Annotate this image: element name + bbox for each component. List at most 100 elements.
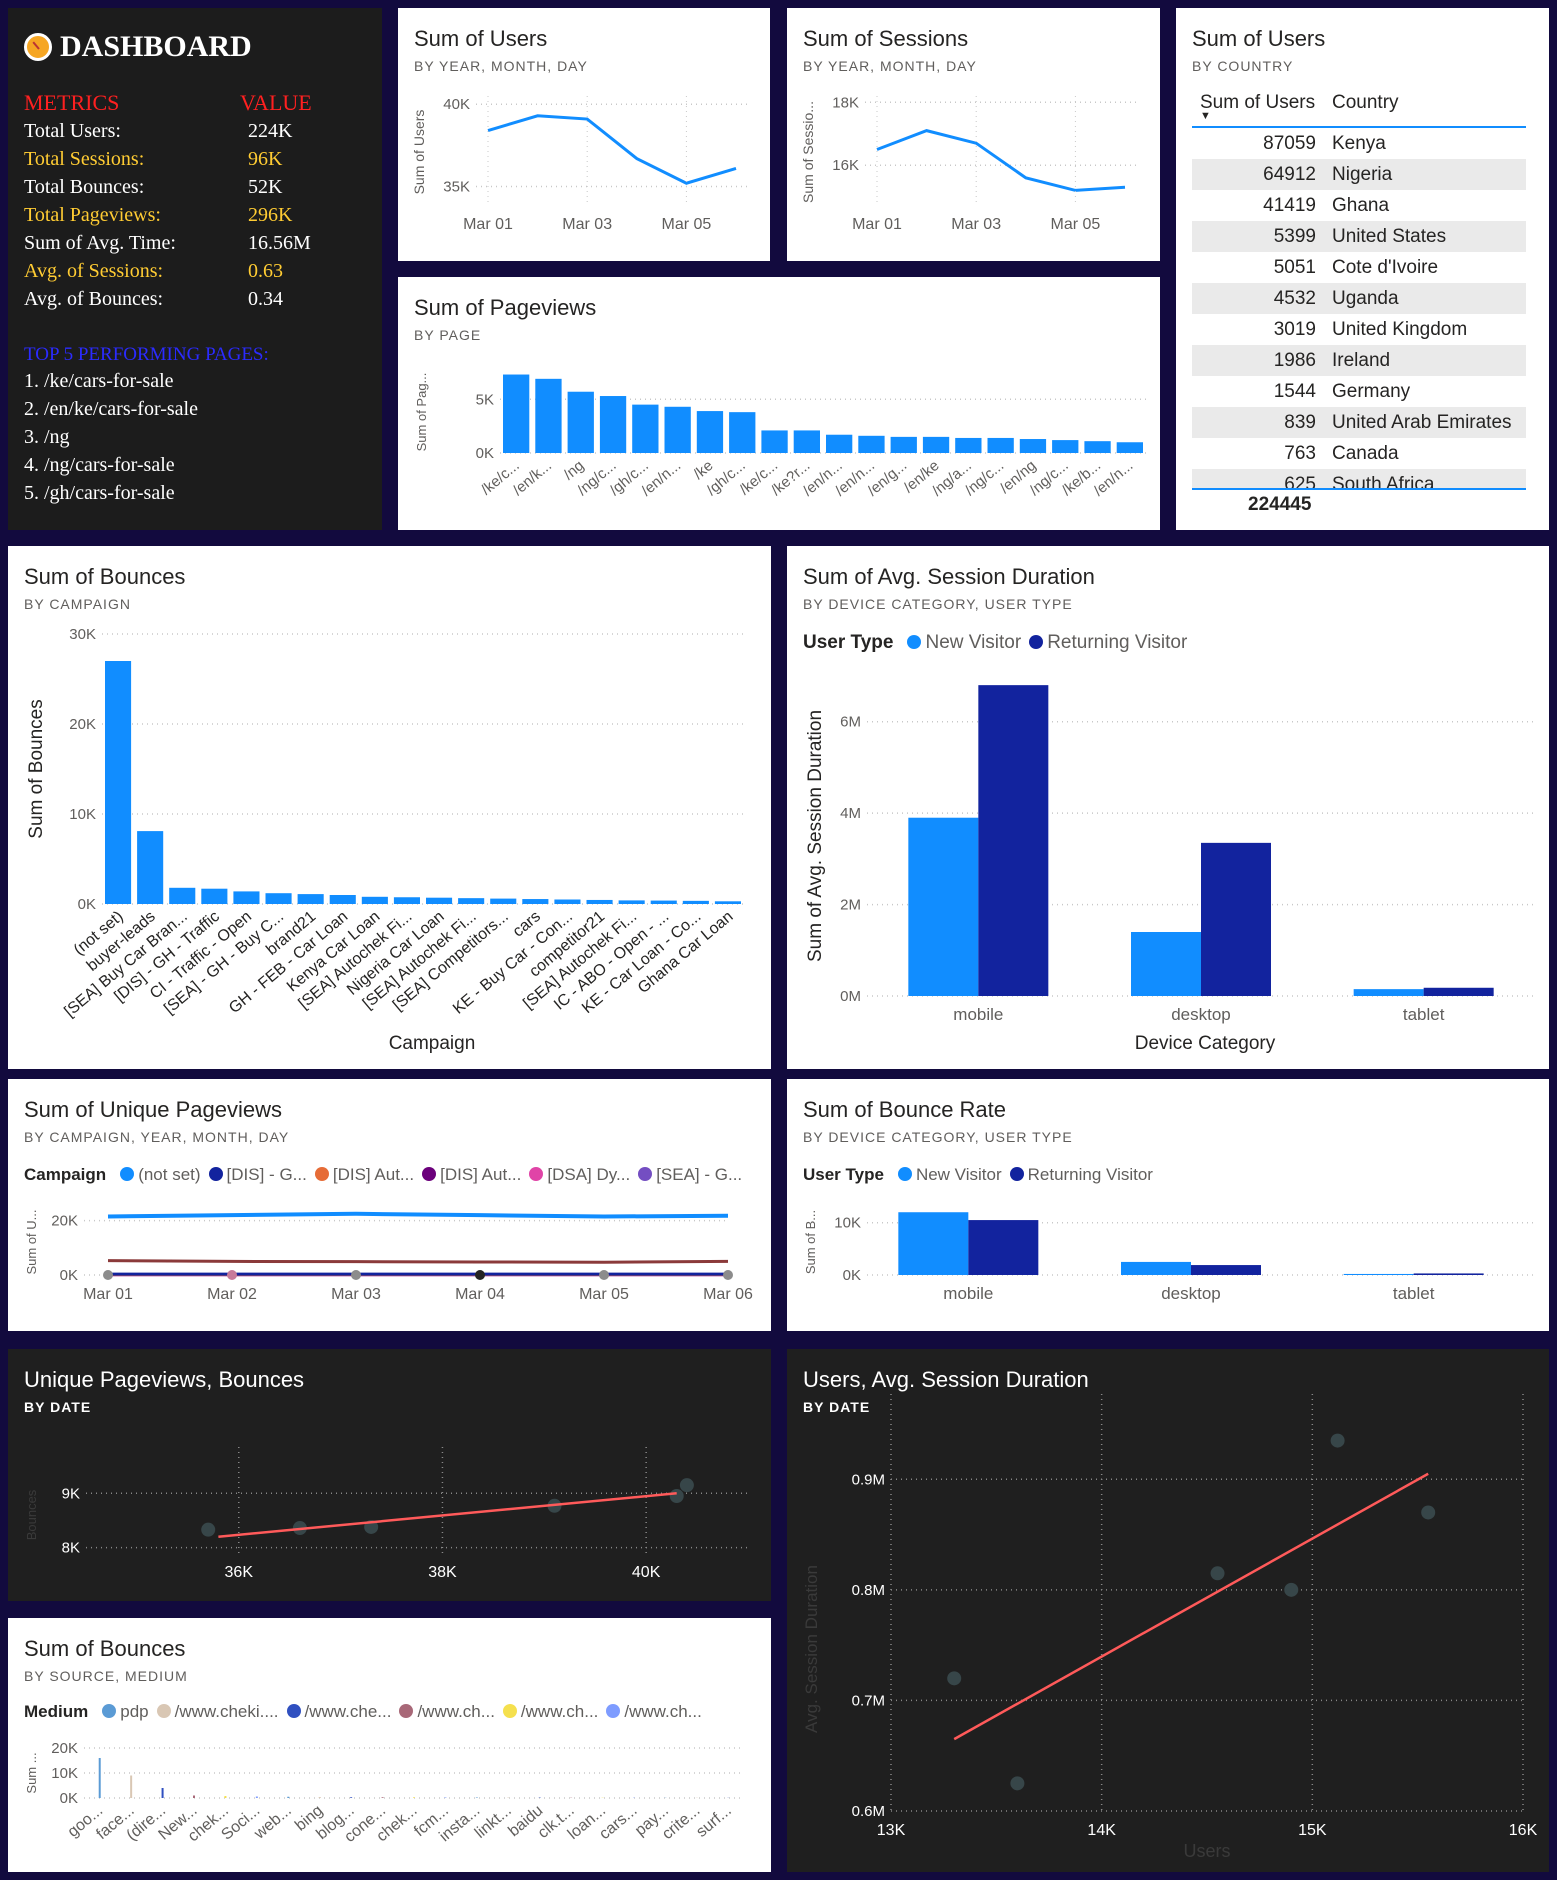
table-row[interactable]: 1986 Ireland <box>1192 345 1526 376</box>
bar <box>1052 440 1079 453</box>
bar <box>1413 1273 1484 1275</box>
data-point <box>1421 1505 1436 1520</box>
table-row[interactable]: 5399 United States <box>1192 221 1526 252</box>
avg-session-duration-chart[interactable]: Sum of Avg. Session Duration BY DEVICE C… <box>787 546 1549 1069</box>
y-tick-label: 0K <box>843 1267 861 1284</box>
bar <box>1201 842 1271 996</box>
data-point <box>679 1478 694 1493</box>
y-axis-title: Avg. Session Duration <box>802 1565 821 1733</box>
bar <box>98 1758 101 1798</box>
users-by-country-table[interactable]: Sum of Users BY COUNTRY Sum of Users Cou… <box>1176 8 1549 530</box>
bar <box>490 898 517 904</box>
y-tick-label: 20K <box>69 716 96 733</box>
x-tick-label: Mar 06 <box>703 1286 753 1303</box>
top-page-item: 2. /en/ke/cars-for-sale <box>24 398 198 420</box>
table-row[interactable]: 64912 Nigeria <box>1192 159 1526 190</box>
bar <box>1423 987 1494 996</box>
bar <box>1353 989 1424 996</box>
series-line <box>107 1259 729 1264</box>
table-row[interactable]: 763 Canada <box>1192 438 1526 469</box>
chart-svg: 0K10K20K30K(not set)buyer-leads[SEA] Buy… <box>26 626 744 1054</box>
x-tick-label: tablet <box>1403 1005 1445 1024</box>
x-tick-label: tablet <box>1393 1284 1435 1303</box>
table-body[interactable]: 87059 Kenya 64912 Nigeria 41419 Ghana 5399 U… <box>1192 128 1526 490</box>
upv-bounces-scatter[interactable]: Unique Pageviews, Bounces BY DATE 8K 9K 36… <box>8 1349 771 1601</box>
bar <box>922 436 950 453</box>
metric-row: Avg. of Sessions: 0.63 <box>24 260 283 282</box>
y-tick-label: 6M <box>840 714 861 731</box>
metrics-panel: DASHBOARD METRICS VALUE Total Users: 224K… <box>8 8 382 530</box>
bar <box>599 396 627 453</box>
bar <box>193 1795 195 1798</box>
x-axis-title: Device Category <box>1135 1033 1276 1054</box>
pageviews-by-page-chart[interactable]: Sum of Pageviews BY PAGE 0K 5K/ke/c.../en… <box>398 277 1160 530</box>
bar <box>1116 442 1143 453</box>
table-total: 224445 <box>1248 494 1312 515</box>
bar <box>664 406 691 453</box>
table-row[interactable]: 87059 Kenya <box>1192 128 1526 159</box>
data-point <box>227 1270 237 1280</box>
y-tick-label: 16K <box>832 157 859 174</box>
bar <box>413 1797 415 1798</box>
x-tick-label: Mar 05 <box>662 216 712 233</box>
bar <box>233 891 260 904</box>
users-duration-scatter[interactable]: Users, Avg. Session Duration BY DATE 0.6… <box>787 1349 1549 1872</box>
bar <box>318 1797 321 1798</box>
table-row[interactable]: 5051 Cote d'Ivoire <box>1192 252 1526 283</box>
unique-pageviews-chart[interactable]: Sum of Unique Pageviews BY CAMPAIGN, YEA… <box>8 1079 771 1331</box>
column-header-country[interactable]: Country <box>1332 92 1399 114</box>
series-line <box>876 129 1126 192</box>
bar <box>567 391 594 453</box>
y-tick-label: 20K <box>51 1740 78 1757</box>
bar <box>898 1212 969 1275</box>
bar <box>381 1797 384 1798</box>
bar <box>793 430 820 453</box>
table-row[interactable]: 41419 Ghana <box>1192 190 1526 221</box>
top-page-item: 3. /ng <box>24 426 70 448</box>
bar <box>1019 439 1047 453</box>
y-tick-label: 20K <box>51 1213 78 1230</box>
table-row[interactable]: 839 United Arab Emirates <box>1192 407 1526 438</box>
bar <box>255 1796 258 1798</box>
x-tick-label: desktop <box>1171 1005 1231 1024</box>
bar <box>586 899 613 904</box>
sessions-by-day-chart[interactable]: Sum of Sessions BY YEAR, MONTH, DAY 16K 1… <box>787 8 1160 261</box>
table-row[interactable]: 3019 United Kingdom <box>1192 314 1526 345</box>
x-tick-label: 38K <box>428 1564 457 1581</box>
x-tick-label: Mar 03 <box>331 1286 381 1303</box>
data-point <box>723 1270 733 1280</box>
y-axis-title: Sum of Avg. Session Duration <box>805 710 826 962</box>
x-tick-label: 14K <box>1087 1822 1116 1839</box>
bar <box>137 831 164 904</box>
top-page-item: 5. /gh/cars-for-sale <box>24 482 175 504</box>
y-axis-title: Bounces <box>24 1489 39 1540</box>
bar <box>522 899 549 904</box>
bar <box>265 893 292 904</box>
chart-svg: 0K10K20Kgoo...face...(dire...New...chek.… <box>24 1740 744 1846</box>
top-page-item: 1. /ke/cars-for-sale <box>24 370 174 392</box>
bar <box>393 897 420 904</box>
bar <box>105 661 132 904</box>
metric-row: Avg. of Bounces: 0.34 <box>24 288 283 310</box>
chart-svg: 0K5K/ke/c.../en/k.../ng/ng/c.../gh/c.../… <box>414 373 1146 500</box>
data-point <box>351 1270 361 1280</box>
bounces-by-source-chart[interactable]: Sum of Bounces BY SOURCE, MEDIUM Medium p… <box>8 1618 771 1872</box>
series-line <box>107 1211 729 1219</box>
data-point <box>599 1270 609 1280</box>
column-header-users[interactable]: Sum of Users <box>1200 92 1315 114</box>
chart-svg: 0K 10K mobile desktop tablet Sum of B... <box>803 1210 1535 1303</box>
y-tick-label: 40K <box>443 96 470 113</box>
x-tick-label: Mar 05 <box>579 1286 629 1303</box>
y-tick-label: 5K <box>476 391 494 408</box>
data-point <box>201 1522 216 1537</box>
sort-down-icon[interactable]: ▼ <box>1200 110 1211 122</box>
x-tick-label: Mar 01 <box>852 216 902 233</box>
table-row[interactable]: 4532 Uganda <box>1192 283 1526 314</box>
table-row[interactable]: 1544 Germany <box>1192 376 1526 407</box>
x-tick-label: surf... <box>693 1802 735 1841</box>
users-by-day-chart[interactable]: Sum of Users BY YEAR, MONTH, DAY 35K 40K M… <box>398 8 770 261</box>
bounces-by-campaign-chart[interactable]: Sum of Bounces BY CAMPAIGN 0K 10K 20K 30K (n… <box>8 546 771 1069</box>
table-row[interactable]: 625 South Africa <box>1192 469 1526 488</box>
bounce-rate-chart[interactable]: Sum of Bounce Rate BY DEVICE CATEGORY, U… <box>787 1079 1549 1331</box>
bar <box>696 411 724 453</box>
